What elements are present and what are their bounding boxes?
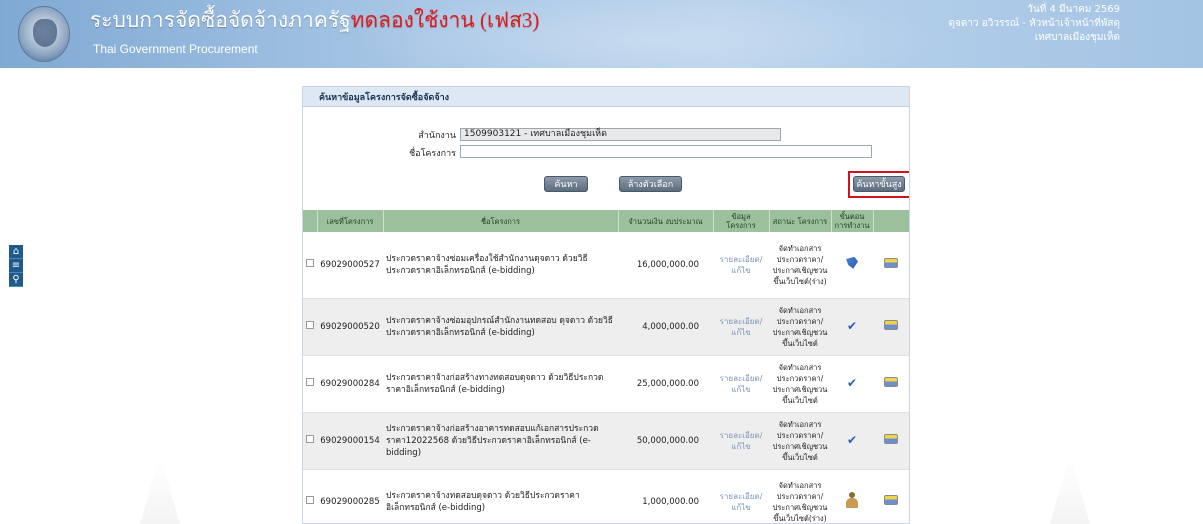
- current-date: วันที่ 4 มีนาคม 2569: [1027, 4, 1120, 15]
- row-checkbox[interactable]: [306, 258, 314, 267]
- project-name: ประกวดราคาจ้างก่อสร้างอาคารทดสอบแก้เอกสา…: [383, 412, 618, 470]
- card-cell: [873, 232, 909, 299]
- document-card-icon[interactable]: [884, 257, 898, 268]
- table-header-row: เลขที่โครงการ ชื่อโครงการ จำนวนเงิน งบปร…: [303, 210, 909, 232]
- row-checkbox[interactable]: [306, 496, 314, 504]
- project-status: จัดทำเอกสารประกวดราคา/ประกาศเชิญชวนขึ้นเ…: [769, 355, 831, 413]
- header-project-status: สถานะ โครงการ: [769, 210, 832, 232]
- project-name: ประกวดราคาจ้างก่อสร้างทางทดสอบดุจดาว ด้ว…: [383, 355, 618, 413]
- project-number: 69029000527: [317, 232, 383, 299]
- panel-title: ค้นหาข้อมูลโครงการจัดซื้อจัดจ้าง: [303, 87, 909, 107]
- table-row: 69029000154 ประกวดราคาจ้างก่อสร้างอาคารท…: [303, 412, 909, 470]
- header-project-name[interactable]: ชื่อโครงการ: [383, 210, 619, 232]
- table-row: 69029000527 ประกวดราคาจ้างซ่อมเครื่องใช้…: [303, 232, 909, 299]
- row-checkbox-cell: [303, 412, 317, 470]
- work-step-cell: ✔: [831, 355, 873, 413]
- app-title-main: ระบบการจัดซื้อจัดจ้างภาครัฐ: [90, 8, 351, 32]
- project-budget: 16,000,000.00: [618, 232, 713, 299]
- office-label: สำนักงาน: [418, 131, 456, 141]
- row-checkbox[interactable]: [306, 434, 314, 443]
- work-step-cell: ✔: [831, 298, 873, 356]
- side-toolbar: ⌂ ≡ ⚲: [9, 245, 23, 287]
- office-field: 1509903121 - เทศบาลเมืองชุมเห็ด: [460, 128, 781, 141]
- clear-options-button[interactable]: ล้างตัวเลือก: [619, 176, 682, 192]
- app-header: ระบบการจัดซื้อจัดจ้างภาครัฐทดลองใช้งาน (…: [0, 0, 1203, 68]
- background-pagoda-decoration: [1050, 454, 1090, 524]
- row-checkbox-cell: [303, 469, 317, 523]
- app-title-suffix: ทดลองใช้งาน (เฟส3): [350, 8, 540, 32]
- advanced-search-button[interactable]: ค้นหาขั้นสูง: [853, 176, 905, 192]
- project-budget: 25,000,000.00: [618, 355, 713, 413]
- project-detail-link[interactable]: รายละเอียด/แก้ไข: [713, 412, 769, 470]
- document-card-icon[interactable]: [884, 495, 898, 505]
- checkmark-icon[interactable]: ✔: [847, 319, 857, 333]
- card-cell: [873, 298, 909, 356]
- project-number: 69029000285: [317, 469, 383, 523]
- header-project-number[interactable]: เลขที่โครงการ: [317, 210, 384, 232]
- checkmark-icon[interactable]: ✔: [847, 376, 857, 390]
- project-status: จัดทำเอกสารประกวดราคา/ประกาศเชิญชวนขึ้นเ…: [769, 298, 831, 356]
- project-status: จัดทำเอกสารประกวดราคา/ประกาศเชิญชวนขึ้นเ…: [769, 469, 831, 523]
- document-card-icon[interactable]: [884, 376, 898, 387]
- project-detail-link[interactable]: รายละเอียด/แก้ไข: [713, 298, 769, 356]
- card-cell: [873, 412, 909, 470]
- edit-pen-icon[interactable]: [846, 256, 858, 269]
- document-card-icon[interactable]: [884, 433, 898, 444]
- search-button[interactable]: ค้นหา: [544, 176, 588, 192]
- table-row: 69029000285 ประกวดราคาจ้างทดสอบดุจดาว ด้…: [303, 469, 909, 523]
- table-row: 69029000284 ประกวดราคาจ้างก่อสร้างทางทดส…: [303, 355, 909, 413]
- row-checkbox[interactable]: [306, 320, 314, 329]
- search-icon[interactable]: ⚲: [9, 273, 23, 287]
- home-icon[interactable]: ⌂: [9, 245, 23, 259]
- work-step-cell: [831, 232, 873, 299]
- header-work-step: ขั้นตอน การทำงาน: [831, 210, 874, 232]
- project-detail-link[interactable]: รายละเอียด/แก้ไข: [713, 232, 769, 299]
- project-name-label: ชื่อโครงการ: [409, 149, 456, 159]
- user-info: วันที่ 4 มีนาคม 2569 ดุจดาว อวิวรรณ์ - ห…: [949, 3, 1120, 45]
- work-step-cell: ✔: [831, 412, 873, 470]
- project-detail-link[interactable]: รายละเอียด/แก้ไข: [713, 355, 769, 413]
- project-name-input[interactable]: [460, 145, 872, 158]
- person-icon[interactable]: [846, 492, 858, 508]
- card-cell: [873, 355, 909, 413]
- row-checkbox[interactable]: [306, 377, 314, 386]
- project-budget: 50,000,000.00: [618, 412, 713, 470]
- background-pagoda-decoration: [140, 454, 180, 524]
- user-org: เทศบาลเมืองชุมเห็ด: [1034, 32, 1120, 43]
- header-project-info: ข้อมูล โครงการ: [713, 210, 770, 232]
- menu-icon[interactable]: ≡: [9, 259, 23, 273]
- project-name: ประกวดราคาจ้างซ่อมเครื่องใช้สำนักงานดุจด…: [383, 232, 618, 299]
- project-number: 69029000154: [317, 412, 383, 470]
- project-status: จัดทำเอกสารประกวดราคา/ประกาศเชิญชวนขึ้นเ…: [769, 232, 831, 299]
- project-name: ประกวดราคาจ้างทดสอบดุจดาว ด้วยวิธีประกวด…: [383, 469, 618, 523]
- project-name: ประกวดราคาจ้างซ่อมอุปกรณ์สำนักงานทดสอบ ด…: [383, 298, 618, 356]
- header-checkbox: [303, 210, 318, 232]
- work-step-cell: [831, 469, 873, 523]
- row-checkbox-cell: [303, 232, 317, 299]
- app-subtitle: Thai Government Procurement: [93, 42, 258, 56]
- row-checkbox-cell: [303, 355, 317, 413]
- header-extra: [873, 210, 909, 232]
- project-status: จัดทำเอกสารประกวดราคา/ประกาศเชิญชวนขึ้นเ…: [769, 412, 831, 470]
- project-number: 69029000284: [317, 355, 383, 413]
- card-cell: [873, 469, 909, 523]
- app-title: ระบบการจัดซื้อจัดจ้างภาครัฐทดลองใช้งาน (…: [90, 4, 539, 37]
- header-budget[interactable]: จำนวนเงิน งบประมาณ: [618, 210, 714, 232]
- checkmark-icon[interactable]: ✔: [847, 433, 857, 447]
- government-seal-logo[interactable]: [18, 6, 70, 62]
- document-card-icon[interactable]: [884, 319, 898, 330]
- user-name: ดุจดาว อวิวรรณ์ - หัวหน้าเจ้าหน้าที่พัสด…: [948, 18, 1120, 29]
- search-panel: ค้นหาข้อมูลโครงการจัดซื้อจัดจ้าง สำนักงา…: [302, 86, 910, 524]
- project-budget: 1,000,000.00: [618, 469, 713, 523]
- project-detail-link[interactable]: รายละเอียด/แก้ไข: [713, 469, 769, 523]
- project-table: เลขที่โครงการ ชื่อโครงการ จำนวนเงิน งบปร…: [303, 210, 909, 523]
- project-number: 69029000520: [317, 298, 383, 356]
- table-row: 69029000520 ประกวดราคาจ้างซ่อมอุปกรณ์สำน…: [303, 298, 909, 356]
- project-budget: 4,000,000.00: [618, 298, 713, 356]
- row-checkbox-cell: [303, 298, 317, 356]
